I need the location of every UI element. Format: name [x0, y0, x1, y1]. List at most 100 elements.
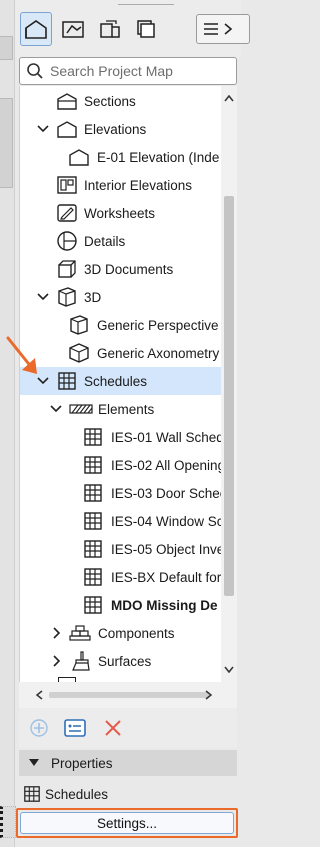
perspective-icon — [68, 314, 90, 336]
tree-item-e01-elevation[interactable]: E-01 Elevation (Inde — [20, 143, 222, 171]
settings-highlight: Settings... — [16, 808, 238, 838]
tree-item-elements[interactable]: Elements — [20, 395, 222, 423]
gutter-block — [0, 806, 16, 838]
tree-item-label: IES-04 Window Sc — [111, 513, 222, 529]
tree-item-schedule-ies01[interactable]: IES-01 Wall Sched — [20, 423, 222, 451]
surfaces-icon — [69, 650, 91, 672]
tree-item-schedules[interactable]: Schedules — [20, 367, 222, 395]
tree-item-worksheets[interactable]: Worksheets — [20, 199, 222, 227]
schedule-icon — [82, 594, 104, 616]
tree-item-generic-perspective[interactable]: Generic Perspective — [20, 311, 222, 339]
elevation-view-icon — [68, 146, 90, 168]
tree-item-label: Sections — [84, 93, 136, 109]
tree-item-schedule-iesbx[interactable]: IES-BX Default for — [20, 563, 222, 591]
interior-elevation-icon — [56, 174, 78, 196]
chevron-right-icon — [224, 23, 233, 35]
chevron-down-icon[interactable] — [36, 290, 50, 304]
layout-book-button[interactable] — [94, 12, 126, 46]
tree-item-generic-axonometry[interactable]: Generic Axonometry — [20, 339, 222, 367]
view-map-button[interactable] — [57, 12, 89, 46]
tree-item-label: IES-02 All Opening — [111, 457, 222, 473]
search-input[interactable] — [50, 63, 230, 79]
tree-item-interior-elevations[interactable]: Interior Elevations — [20, 171, 222, 199]
tree-item-surfaces[interactable]: Surfaces — [20, 647, 222, 675]
gutter-block — [0, 98, 13, 188]
tree-item-schedule-ies05[interactable]: IES-05 Object Inve — [20, 535, 222, 563]
tree-item-label: Worksheets — [84, 205, 156, 221]
tree-item-elevations[interactable]: Elevations — [20, 115, 222, 143]
tree-item-schedule-ies04[interactable]: IES-04 Window Sc — [20, 507, 222, 535]
tree-item-label: Schedules — [84, 373, 148, 389]
delete-button[interactable] — [101, 716, 125, 740]
vertical-scrollbar[interactable] — [221, 86, 237, 682]
toolbar-divider — [118, 4, 174, 5]
tree-item-label: E-01 Elevation (Inde — [97, 149, 220, 165]
elements-hatch-icon — [69, 398, 93, 420]
scrollbar-thumb[interactable] — [224, 196, 234, 596]
tree-item-label: 3D — [84, 289, 102, 305]
navigator-actions — [19, 708, 237, 748]
gutter-block — [0, 36, 13, 60]
annotation-arrow-icon — [6, 336, 37, 374]
tree-item-label: MDO Missing De — [111, 597, 218, 613]
schedule-icon — [82, 482, 104, 504]
left-panel-edge — [0, 0, 16, 847]
schedule-icon — [82, 566, 104, 588]
tree-item-label: Components — [98, 625, 175, 641]
tree-item-label: IES-BX Default for — [111, 569, 222, 585]
publisher-icon — [137, 20, 155, 38]
tree-item-sections[interactable]: Sections — [20, 87, 222, 115]
tree-item-3d[interactable]: 3D — [20, 283, 222, 311]
tree-item-3d-documents[interactable]: 3D Documents — [20, 255, 222, 283]
chevron-right-icon[interactable] — [50, 654, 64, 668]
hscroll-thumb[interactable] — [49, 692, 209, 698]
view-settings-icon — [64, 719, 86, 737]
schedule-icon — [82, 538, 104, 560]
tree-item-details[interactable]: Details — [20, 227, 222, 255]
tree-item-label: Elevations — [84, 121, 147, 137]
project-map-button[interactable] — [20, 12, 52, 46]
tree-item-schedule-ies03[interactable]: IES-03 Door Schec — [20, 479, 222, 507]
schedule-icon — [82, 510, 104, 532]
navigator-toolbar — [15, 0, 250, 58]
tree-item-label: Surfaces — [98, 653, 152, 669]
3d-icon — [56, 286, 78, 308]
publisher-button[interactable] — [131, 12, 163, 46]
horizontal-scrollbar[interactable] — [19, 682, 237, 708]
properties-item-label: Schedules — [45, 786, 109, 802]
section-icon — [56, 90, 78, 112]
search-box[interactable] — [19, 57, 237, 85]
detail-icon — [56, 230, 78, 252]
search-icon — [27, 63, 43, 79]
properties-header[interactable]: Properties — [19, 750, 237, 776]
tree-item-label: 3D Documents — [84, 261, 174, 277]
view-settings-button[interactable] — [63, 716, 87, 740]
tree-item-partial — [20, 675, 222, 682]
project-map-tree: Sections Elevations E-01 Elevation (Inde… — [19, 86, 222, 682]
project-map-icon — [25, 20, 47, 39]
chevron-down-icon[interactable] — [36, 122, 50, 136]
chevron-down-icon[interactable] — [49, 402, 63, 416]
scroll-right-icon[interactable] — [205, 690, 213, 700]
add-button[interactable] — [27, 716, 51, 740]
scroll-left-icon[interactable] — [35, 690, 43, 700]
scroll-down-icon[interactable] — [224, 666, 234, 674]
chevron-right-icon[interactable] — [50, 626, 64, 640]
3d-document-icon — [56, 258, 78, 280]
hamburger-icon — [204, 23, 218, 35]
tree-item-label: IES-03 Door Schec — [111, 485, 222, 501]
settings-button[interactable]: Settings... — [20, 812, 234, 834]
tree-item-label: Details — [84, 233, 126, 249]
properties-title: Properties — [51, 755, 113, 771]
tree-item-schedule-ies02[interactable]: IES-02 All Opening — [20, 451, 222, 479]
navigator-menu-button[interactable] — [196, 14, 250, 44]
scroll-up-icon[interactable] — [224, 94, 234, 102]
properties-item-row: Schedules — [19, 782, 237, 806]
view-map-icon — [62, 21, 84, 38]
tree-item-schedule-mdo[interactable]: MDO Missing De — [20, 591, 222, 619]
tree-item-components[interactable]: Components — [20, 619, 222, 647]
schedule-icon — [24, 786, 40, 802]
elevation-icon — [56, 118, 78, 140]
triangle-down-icon — [29, 759, 39, 766]
tree-item-label: Elements — [98, 401, 155, 417]
